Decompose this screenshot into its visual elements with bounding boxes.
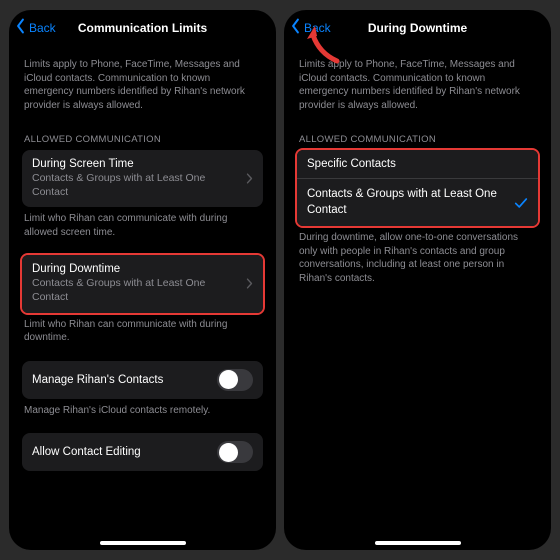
chevron-right-icon — [246, 278, 253, 289]
content: Limits apply to Phone, FaceTime, Message… — [9, 46, 276, 471]
back-label: Back — [304, 21, 331, 35]
footer-text: Manage Rihan's iCloud contacts remotely. — [22, 399, 263, 418]
row-during-downtime[interactable]: During Downtime Contacts & Groups with a… — [22, 255, 263, 312]
group-options: Specific Contacts Contacts & Groups with… — [297, 150, 538, 226]
chevron-left-icon — [289, 18, 302, 37]
footer-text: During downtime, allow one-to-one conver… — [297, 226, 538, 285]
row-manage-contacts[interactable]: Manage Rihan's Contacts — [22, 361, 263, 399]
intro-text: Limits apply to Phone, FaceTime, Message… — [22, 46, 263, 112]
row-title: During Downtime — [32, 263, 240, 275]
group-manage-contacts: Manage Rihan's Contacts — [22, 361, 263, 399]
row-allow-editing[interactable]: Allow Contact Editing — [22, 433, 263, 471]
row-during-screen-time[interactable]: During Screen Time Contacts & Groups wit… — [22, 150, 263, 207]
back-button[interactable]: Back — [14, 18, 56, 37]
back-button[interactable]: Back — [289, 18, 331, 37]
highlight-box: During Downtime Contacts & Groups with a… — [20, 253, 265, 314]
navbar: Back During Downtime — [284, 10, 551, 46]
row-title: Specific Contacts — [307, 158, 396, 170]
home-indicator — [375, 541, 461, 545]
row-contacts-groups[interactable]: Contacts & Groups with at Least One Cont… — [297, 178, 538, 226]
phone-right: Back During Downtime Limits apply to Pho… — [284, 10, 551, 550]
row-subtitle: Contacts & Groups with at Least One Cont… — [32, 172, 240, 199]
row-title: During Screen Time — [32, 158, 240, 170]
chevron-left-icon — [14, 18, 27, 37]
chevron-right-icon — [246, 173, 253, 184]
row-title: Contacts & Groups with at Least One Cont… — [307, 187, 508, 218]
row-text: During Downtime Contacts & Groups with a… — [32, 263, 240, 304]
highlight-box: Specific Contacts Contacts & Groups with… — [295, 148, 540, 228]
footer-text: Limit who Rihan can communicate with dur… — [22, 313, 263, 345]
group-allow-editing: Allow Contact Editing — [22, 433, 263, 471]
navbar: Back Communication Limits — [9, 10, 276, 46]
row-title: Allow Contact Editing — [32, 446, 141, 458]
toggle-manage-contacts[interactable] — [217, 369, 253, 391]
row-title: Manage Rihan's Contacts — [32, 374, 163, 386]
phone-left: Back Communication Limits Limits apply t… — [9, 10, 276, 550]
section-header: ALLOWED COMMUNICATION — [297, 112, 538, 150]
back-label: Back — [29, 21, 56, 35]
content: Limits apply to Phone, FaceTime, Message… — [284, 46, 551, 285]
home-indicator — [100, 541, 186, 545]
row-subtitle: Contacts & Groups with at Least One Cont… — [32, 277, 240, 304]
section-header: ALLOWED COMMUNICATION — [22, 112, 263, 150]
intro-text: Limits apply to Phone, FaceTime, Message… — [297, 46, 538, 112]
row-text: During Screen Time Contacts & Groups wit… — [32, 158, 240, 199]
row-specific-contacts[interactable]: Specific Contacts — [297, 150, 538, 178]
checkmark-icon — [514, 196, 528, 210]
group-downtime: During Downtime Contacts & Groups with a… — [22, 255, 263, 312]
group-screen-time: During Screen Time Contacts & Groups wit… — [22, 150, 263, 207]
footer-text: Limit who Rihan can communicate with dur… — [22, 207, 263, 239]
toggle-allow-editing[interactable] — [217, 441, 253, 463]
